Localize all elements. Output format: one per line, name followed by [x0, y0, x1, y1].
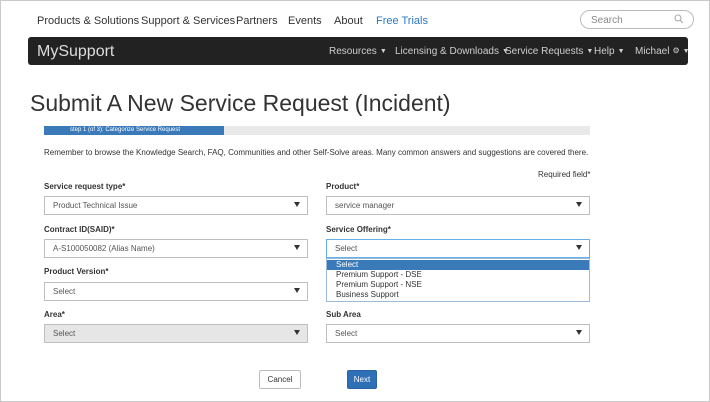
- menu-service-requests-label: Service Requests: [505, 46, 584, 57]
- area-value: Select: [53, 329, 76, 338]
- chevron-down-icon: [576, 202, 582, 207]
- area-select[interactable]: Select: [44, 324, 308, 343]
- product-value: service manager: [335, 201, 395, 210]
- service-offering-label: Service Offering*: [326, 225, 391, 234]
- service-offering-select[interactable]: Select: [326, 239, 590, 258]
- service-request-type-label: Service request type*: [44, 182, 126, 191]
- page-title: Submit A New Service Request (Incident): [30, 90, 451, 116]
- sub-area-value: Select: [335, 329, 358, 338]
- service-offering-value: Select: [335, 244, 358, 253]
- brand-logo[interactable]: MySupport: [37, 43, 114, 61]
- chevron-down-icon: ▼: [682, 48, 690, 55]
- contract-id-value: A-S100050082 (Alias Name): [53, 244, 155, 253]
- chevron-down-icon: [294, 288, 300, 293]
- menu-service-requests[interactable]: Service Requests ▼: [505, 46, 593, 57]
- gear-icon: ⚙: [672, 46, 680, 55]
- product-label: Product*: [326, 182, 360, 191]
- service-request-type-select[interactable]: Product Technical Issue: [44, 196, 308, 215]
- user-name: Michael: [635, 46, 670, 57]
- menu-help[interactable]: Help ▼: [594, 46, 625, 57]
- service-offering-option[interactable]: Premium Support - DSE: [327, 270, 589, 280]
- nav-support-services[interactable]: Support & Services: [141, 15, 235, 27]
- nav-about[interactable]: About: [334, 15, 363, 27]
- chevron-down-icon: [576, 330, 582, 335]
- search-input[interactable]: [591, 13, 671, 27]
- menu-resources-label: Resources: [329, 46, 377, 57]
- search-icon[interactable]: [674, 14, 684, 24]
- nav-free-trials[interactable]: Free Trials: [376, 15, 428, 27]
- product-select[interactable]: service manager: [326, 196, 590, 215]
- step-progress-bar: step 1 (of 3): Categorize Service Reques…: [44, 126, 590, 135]
- chevron-down-icon: [294, 202, 300, 207]
- menu-licensing-label: Licensing & Downloads: [395, 46, 499, 57]
- nav-products-solutions[interactable]: Products & Solutions: [37, 15, 139, 27]
- area-label: Area*: [44, 310, 65, 319]
- product-version-label: Product Version*: [44, 267, 109, 276]
- top-nav: Products & Solutions Support & Services …: [0, 0, 710, 40]
- nav-partners[interactable]: Partners: [236, 15, 278, 27]
- next-button[interactable]: Next: [347, 370, 377, 389]
- service-offering-option[interactable]: Select: [327, 260, 589, 270]
- sub-area-select[interactable]: Select: [326, 324, 590, 343]
- contract-id-select[interactable]: A-S100050082 (Alias Name): [44, 239, 308, 258]
- service-offering-dropdown: Select Premium Support - DSE Premium Sup…: [326, 258, 590, 302]
- nav-events[interactable]: Events: [288, 15, 322, 27]
- self-solve-notice: Remember to browse the Knowledge Search,…: [44, 148, 589, 157]
- chevron-down-icon: [294, 245, 300, 250]
- required-field-note: Required field*: [538, 170, 591, 179]
- contract-id-label: Contract ID(SAID)*: [44, 225, 115, 234]
- service-offering-option[interactable]: Business Support: [327, 290, 589, 300]
- service-offering-option[interactable]: Premium Support - NSE: [327, 280, 589, 290]
- chevron-down-icon: ▼: [379, 48, 387, 55]
- service-request-type-value: Product Technical Issue: [53, 201, 138, 210]
- sub-area-label: Sub Area: [326, 310, 361, 319]
- search-box[interactable]: [580, 10, 694, 29]
- cancel-button[interactable]: Cancel: [259, 370, 301, 389]
- menu-licensing-downloads[interactable]: Licensing & Downloads ▼: [395, 46, 509, 57]
- menu-resources[interactable]: Resources ▼: [329, 46, 387, 57]
- chevron-down-icon: [576, 245, 582, 250]
- product-version-select[interactable]: Select: [44, 282, 308, 301]
- step-label: step 1 (of 3): Categorize Service Reques…: [70, 127, 181, 133]
- chevron-down-icon: ▼: [586, 48, 594, 55]
- chevron-down-icon: ▼: [617, 48, 625, 55]
- product-version-value: Select: [53, 287, 76, 296]
- menu-user[interactable]: Michael ⚙ ▼: [635, 46, 690, 57]
- app-bar: MySupport Resources ▼ Licensing & Downloa…: [28, 37, 690, 65]
- menu-help-label: Help: [594, 46, 615, 57]
- chevron-down-icon: [294, 330, 300, 335]
